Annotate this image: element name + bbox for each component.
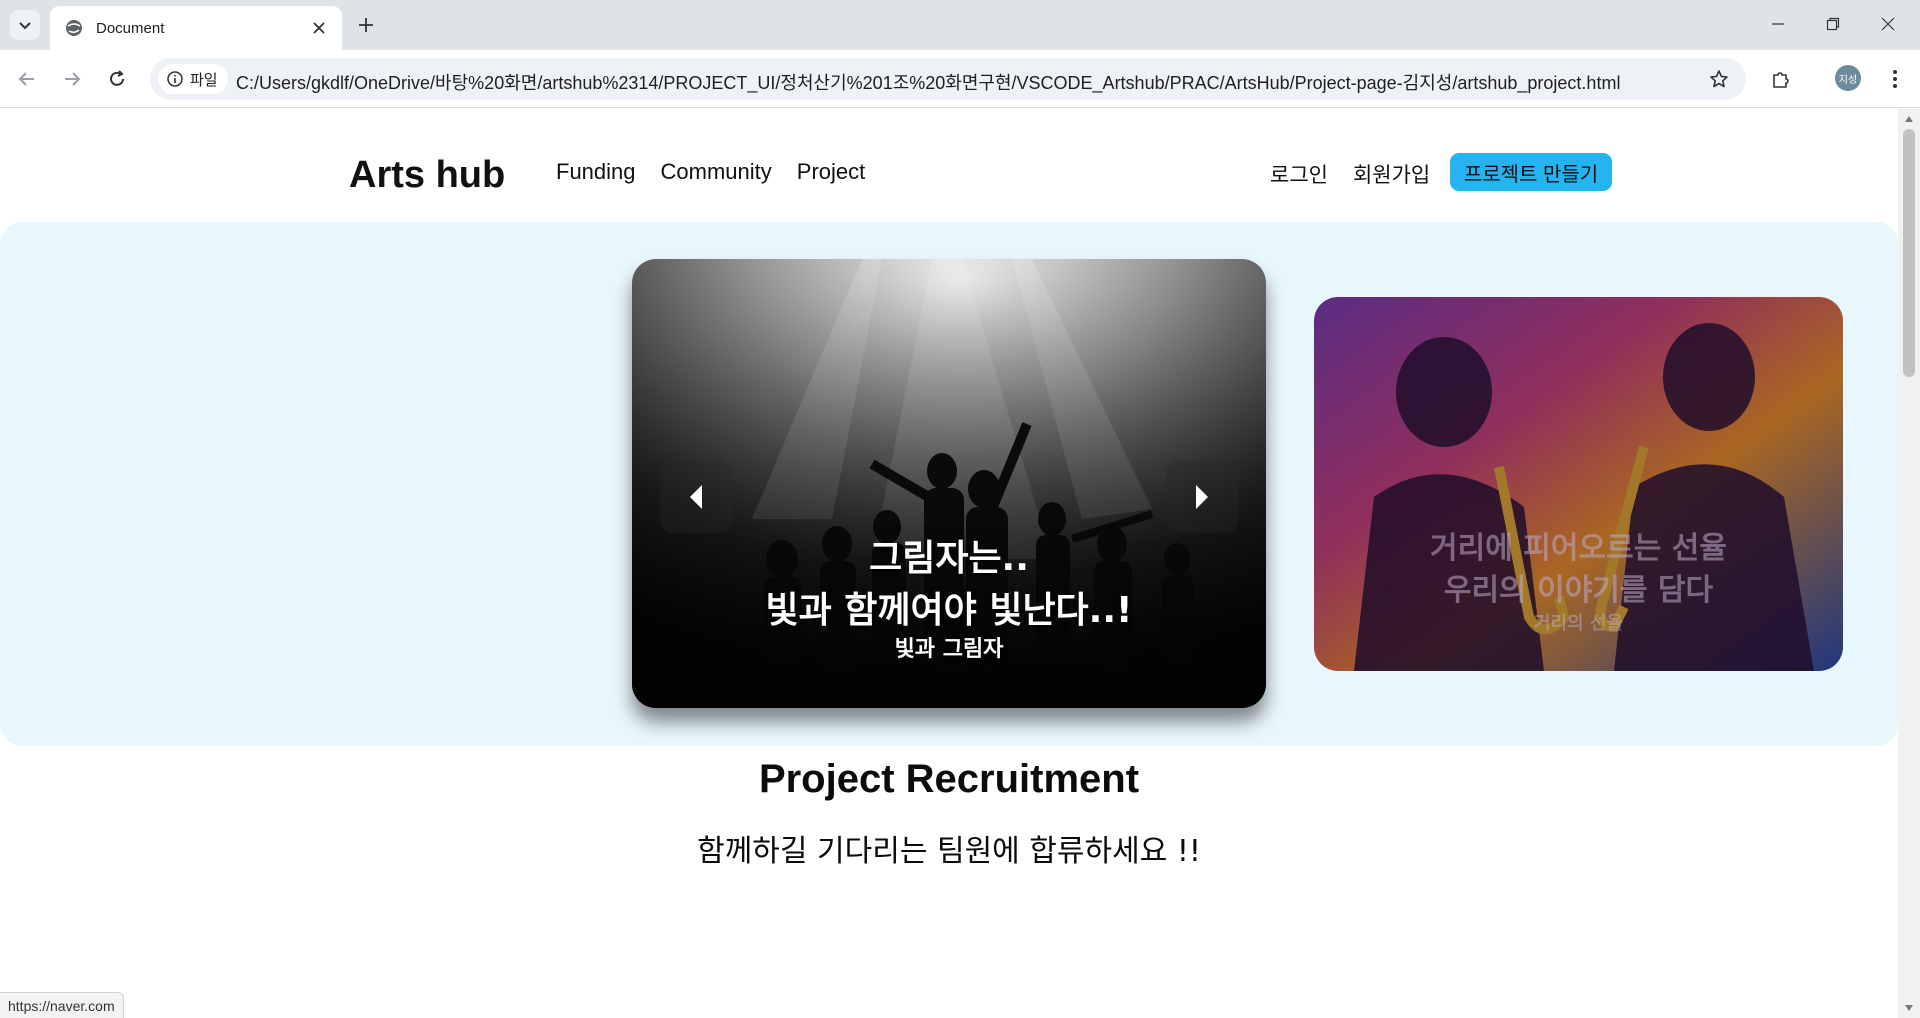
close-window-button[interactable] xyxy=(1866,8,1910,40)
new-tab-button[interactable] xyxy=(352,11,380,39)
site-chip-label: 파일 xyxy=(190,71,218,89)
close-icon xyxy=(1881,17,1895,31)
browser-toolbar: 파일 C:/Users/gkdlf/OneDrive/바탕%20화면/artsh… xyxy=(0,50,1920,108)
address-bar[interactable]: 파일 C:/Users/gkdlf/OneDrive/바탕%20화면/artsh… xyxy=(150,58,1746,100)
close-tab-icon[interactable] xyxy=(308,17,330,39)
caret-down-icon xyxy=(1905,1005,1913,1011)
more-vertical-icon xyxy=(1893,70,1897,88)
main-slide-headline-2: 빛과 함께여야 빛난다..! xyxy=(765,590,1133,631)
section-title: Project Recruitment xyxy=(758,757,1140,801)
nav-funding[interactable]: Funding xyxy=(556,159,636,185)
caret-right-icon xyxy=(1196,485,1208,509)
extensions-button[interactable] xyxy=(1766,64,1796,94)
scroll-up-arrow[interactable] xyxy=(1903,113,1915,125)
profile-avatar[interactable]: 지성 xyxy=(1835,65,1861,91)
globe-icon xyxy=(66,20,82,36)
main-slide-subtitle: 빛과 그림자 xyxy=(894,637,1004,662)
carousel-next-button[interactable] xyxy=(1166,461,1238,533)
signup-link[interactable]: 회원가입 xyxy=(1353,159,1430,189)
nav-project[interactable]: Project xyxy=(797,159,865,185)
minimize-button[interactable] xyxy=(1756,8,1800,40)
chevron-down-icon xyxy=(19,22,31,30)
tab-title: Document xyxy=(96,19,165,37)
browser-tabstrip: Document xyxy=(0,0,1920,50)
minimize-icon xyxy=(1772,23,1784,25)
create-project-button[interactable]: 프로젝트 만들기 xyxy=(1450,153,1612,191)
caret-left-icon xyxy=(690,485,702,509)
nav-community[interactable]: Community xyxy=(661,159,772,185)
info-icon xyxy=(167,71,183,87)
tab-search-button[interactable] xyxy=(10,10,40,40)
side-slide-headline-1: 거리에 피어오르는 선율 xyxy=(1430,531,1727,566)
browser-tab-active[interactable]: Document xyxy=(50,6,342,50)
bookmark-button[interactable] xyxy=(1704,64,1734,94)
restore-icon xyxy=(1826,17,1840,31)
site-info-chip[interactable]: 파일 xyxy=(158,64,228,94)
section-subtitle: 함께하길 기다리는 팀원에 합류하세요 !! xyxy=(697,834,1201,869)
site-nav: Funding Community Project xyxy=(556,159,865,185)
browser-menu-button[interactable] xyxy=(1880,64,1910,94)
main-slide-headline-1: 그림자는.. xyxy=(869,538,1029,579)
page-viewport: Arts hub Funding Community Project 로그인 회… xyxy=(0,109,1898,1018)
side-slide-subtitle: 거리의 선율 xyxy=(1533,613,1624,634)
url-text[interactable]: C:/Users/gkdlf/OneDrive/바탕%20화면/artshub%… xyxy=(236,69,1620,95)
carousel-slide-next[interactable]: 거리에 피어오르는 선율 우리의 이야기를 담다 거리의 선율 xyxy=(1314,297,1843,671)
login-link[interactable]: 로그인 xyxy=(1270,159,1328,189)
auth-links: 로그인 회원가입 xyxy=(1270,159,1430,189)
reload-button[interactable] xyxy=(102,64,132,94)
reload-icon xyxy=(110,70,124,86)
arrow-right-icon xyxy=(65,72,81,86)
restore-button[interactable] xyxy=(1811,8,1855,40)
puzzle-icon xyxy=(1773,72,1789,88)
carousel-prev-button[interactable] xyxy=(660,461,732,533)
caret-up-icon xyxy=(1905,116,1913,122)
plus-icon xyxy=(359,18,373,32)
site-logo[interactable]: Arts hub xyxy=(349,154,505,197)
scrollbar-thumb[interactable] xyxy=(1903,129,1915,377)
arrow-left-icon xyxy=(18,72,34,86)
star-icon xyxy=(1710,70,1728,88)
page-scrollbar[interactable] xyxy=(1898,109,1920,1018)
forward-button[interactable] xyxy=(57,64,87,94)
scroll-down-arrow[interactable] xyxy=(1903,1002,1915,1014)
back-button[interactable] xyxy=(12,64,42,94)
side-slide-headline-2: 우리의 이야기를 담다 xyxy=(1443,573,1714,608)
link-status-bubble: https://naver.com xyxy=(0,992,124,1018)
